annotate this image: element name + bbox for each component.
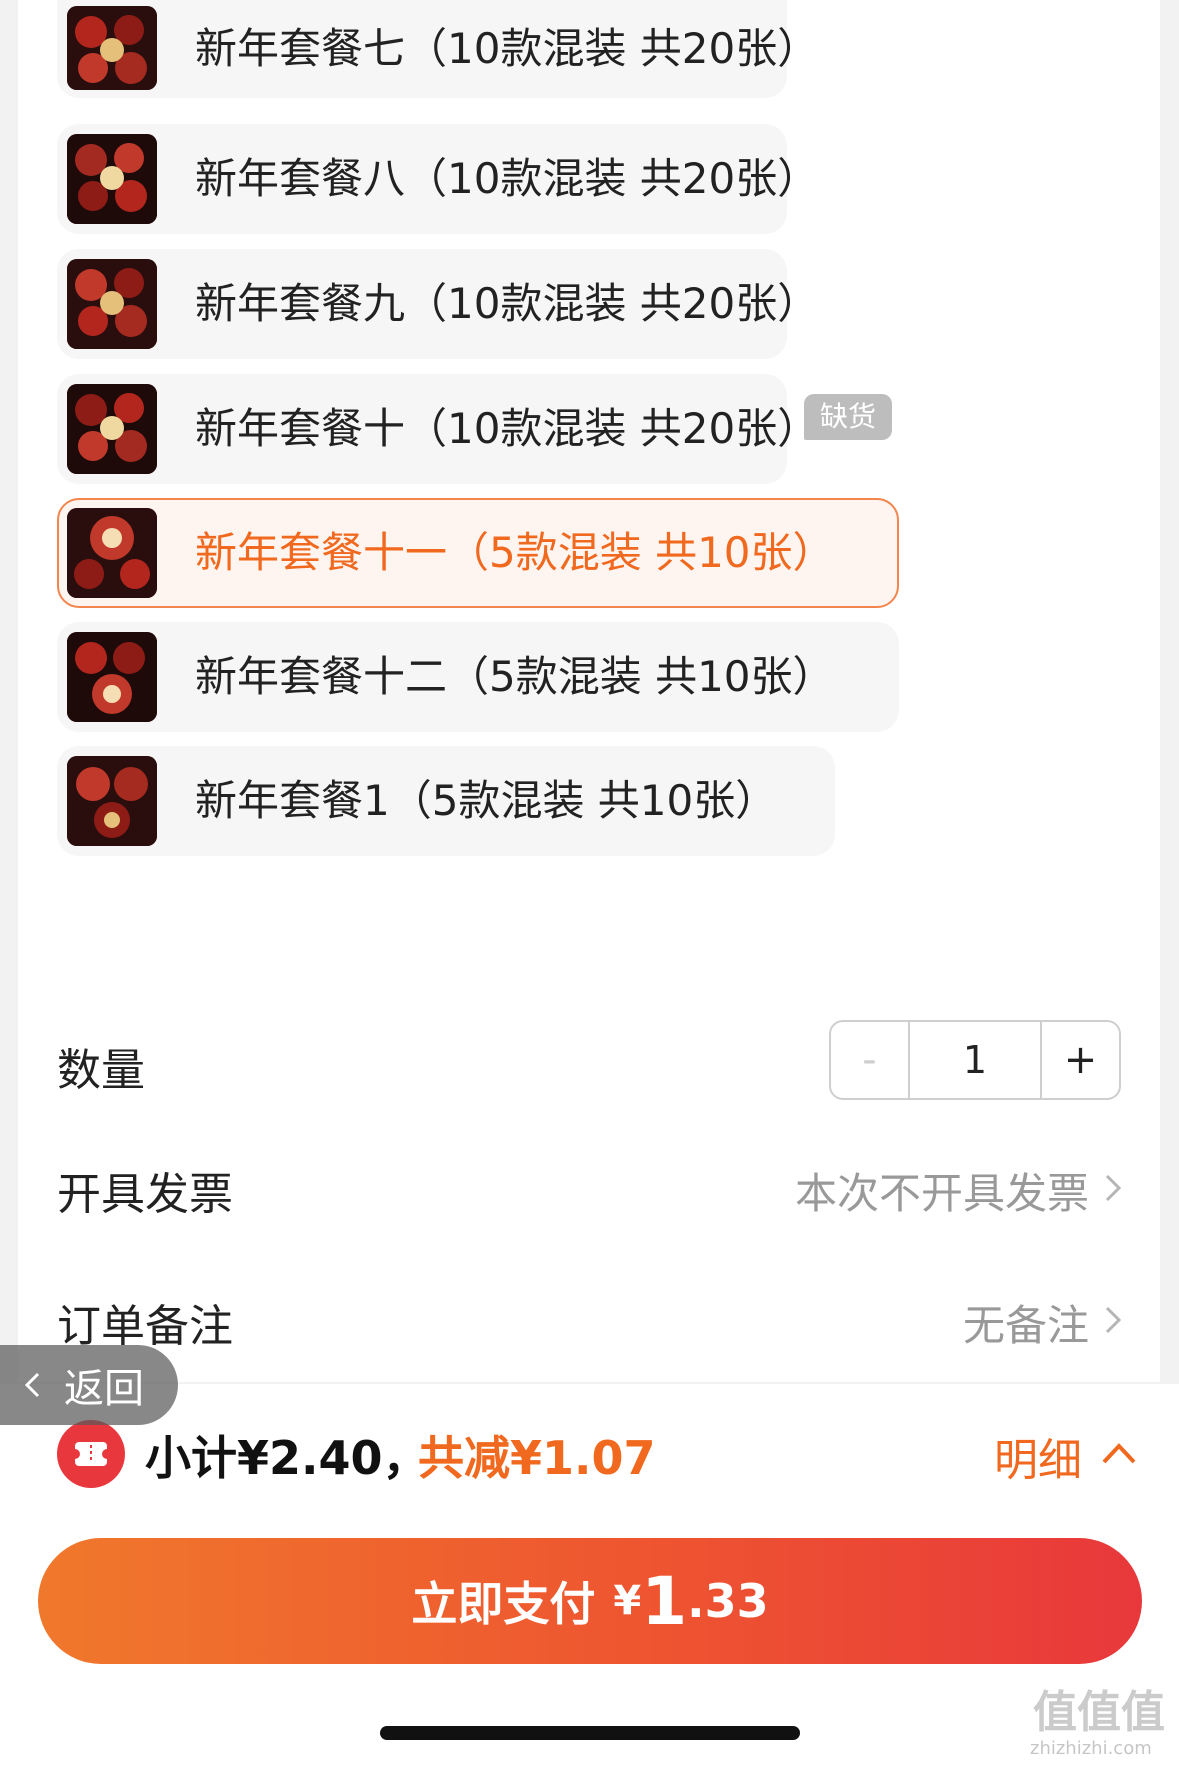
detail-button[interactable]: 明细 [994, 1424, 1082, 1488]
quantity-label: 数量 [57, 1045, 145, 1096]
product-thumbnail [67, 259, 157, 349]
sku-option[interactable]: 新年套餐十二（5款混装 共10张） [57, 622, 899, 732]
coupon-icon [57, 1420, 125, 1488]
sku-label: 新年套餐八（10款混装 共20张） [195, 154, 820, 203]
sku-label: 新年套餐七（10款混装 共20张） [195, 24, 820, 73]
watermark-url: zhizhizhi.com [1030, 1738, 1152, 1759]
sku-option[interactable]: 新年套餐九（10款混装 共20张） [57, 249, 819, 359]
sku-label: 新年套餐十一（5款混装 共10张） [195, 528, 835, 577]
sku-label: 新年套餐九（10款混装 共20张） [195, 279, 820, 328]
remark-value: 无备注 [962, 1301, 1089, 1350]
product-thumbnail [67, 134, 157, 224]
sku-option[interactable]: 新年套餐八（10款混装 共20张） [57, 124, 819, 234]
watermark-logo: 值值值 [1033, 1687, 1165, 1738]
discount-text: 共减¥1.07 [418, 1431, 656, 1485]
invoice-value: 本次不开具发票 [794, 1169, 1089, 1218]
sku-option[interactable]: 新年套餐十（10款混装 共20张） [57, 374, 819, 484]
sku-label: 新年套餐1（5款混装 共10张） [195, 776, 778, 825]
product-thumbnail [67, 756, 157, 846]
pay-amount-integer: 1 [641, 1562, 688, 1640]
product-thumbnail [67, 6, 157, 90]
subtotal-text: 小计¥2.40， [145, 1431, 429, 1485]
chevron-right-icon [1095, 1170, 1131, 1206]
pay-label: 立即支付 [411, 1577, 596, 1631]
chevron-left-icon [24, 1372, 40, 1398]
product-thumbnail [67, 508, 157, 598]
pay-now-button[interactable]: 立即支付 ¥ 1 .33 [38, 1538, 1142, 1664]
home-indicator [380, 1726, 800, 1740]
sku-label: 新年套餐十（10款混装 共20张） [195, 404, 820, 453]
sku-option[interactable]: 新年套餐1（5款混装 共10张） [57, 746, 835, 856]
quantity-value[interactable]: 1 [910, 1022, 1040, 1098]
quantity-stepper: - 1 + [829, 1020, 1121, 1100]
decrease-button[interactable]: - [831, 1022, 910, 1098]
increase-button[interactable]: + [1040, 1022, 1119, 1098]
sku-label: 新年套餐十二（5款混装 共10张） [195, 652, 835, 701]
pay-currency: ¥ [613, 1578, 642, 1624]
invoice-label: 开具发票 [57, 1169, 233, 1220]
sku-option-selected[interactable]: 新年套餐十一（5款混装 共10张） [57, 498, 899, 608]
back-button[interactable]: 返回 [0, 1345, 178, 1425]
product-thumbnail [67, 384, 157, 474]
product-thumbnail [67, 632, 157, 722]
sku-option[interactable]: 新年套餐七（10款混装 共20张） [57, 0, 819, 98]
out-of-stock-badge: 缺货 [804, 394, 892, 440]
chevron-right-icon [1095, 1302, 1131, 1338]
chevron-up-icon[interactable] [1098, 1432, 1140, 1474]
pay-amount-decimal: .33 [687, 1574, 769, 1628]
back-label: 返回 [64, 1366, 144, 1412]
